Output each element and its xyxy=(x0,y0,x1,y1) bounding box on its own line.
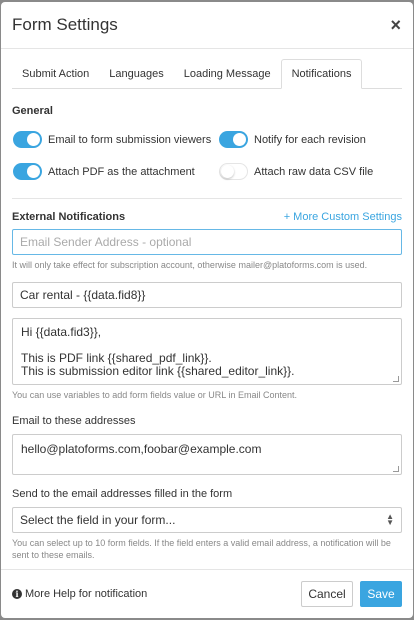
attach-csv-toggle[interactable] xyxy=(219,163,248,180)
addresses-value: hello@platoforms.com,foobar@example.com xyxy=(21,442,262,456)
toggle-row-attach-pdf: Attach PDF as the attachment xyxy=(13,163,219,180)
addresses-textarea[interactable]: hello@platoforms.com,foobar@example.com xyxy=(12,434,402,475)
form-field-label: Send to the email addresses filled in th… xyxy=(12,488,233,500)
settings-tabs: Submit Action Languages Loading Message … xyxy=(12,59,402,89)
toggle-row-notify-revision: Notify for each revision xyxy=(219,131,409,148)
select-arrows-icon: ▲ ▼ xyxy=(386,512,394,527)
sender-address-placeholder: Email Sender Address - optional xyxy=(20,235,192,249)
form-settings-modal: Form Settings × Submit Action Languages … xyxy=(1,2,413,618)
section-divider xyxy=(12,198,402,199)
form-field-help-text: You can select up to 10 form fields. If … xyxy=(12,538,391,560)
toggle-row-attach-csv: Attach raw data CSV file xyxy=(219,163,409,180)
toggle-label: Notify for each revision xyxy=(254,133,366,146)
more-help-label: More Help for notification xyxy=(25,588,148,600)
external-section-title: External Notifications xyxy=(12,211,126,223)
external-notifications-header: External Notifications + More Custom Set… xyxy=(12,211,402,223)
addresses-label: Email to these addresses xyxy=(12,415,136,427)
email-content-textarea[interactable]: Hi {{data.fid3}}, This is PDF link {{sha… xyxy=(12,318,402,385)
resize-handle[interactable] xyxy=(393,376,399,382)
email-subject-value: Car rental - {{data.fid8}} xyxy=(20,288,146,302)
save-button[interactable]: Save xyxy=(360,581,402,607)
more-help-link[interactable]: i More Help for notification xyxy=(12,588,147,600)
tab-loading-message[interactable]: Loading Message xyxy=(174,60,281,88)
cancel-button[interactable]: Cancel xyxy=(301,581,353,607)
sender-address-input[interactable]: Email Sender Address - optional xyxy=(12,229,402,255)
general-toggles: Email to form submission viewers Notify … xyxy=(12,131,402,180)
toggle-label: Attach raw data CSV file xyxy=(254,165,374,178)
footer-actions: Cancel Save xyxy=(301,581,402,607)
email-subject-input[interactable]: Car rental - {{data.fid8}} xyxy=(12,282,402,308)
resize-handle[interactable] xyxy=(393,466,399,472)
close-icon[interactable]: × xyxy=(390,16,401,34)
modal-header: Form Settings × xyxy=(1,2,413,49)
info-icon: i xyxy=(12,589,22,599)
tab-notifications[interactable]: Notifications xyxy=(280,59,363,89)
notify-revision-toggle[interactable] xyxy=(219,131,248,148)
toggle-label: Email to form submission viewers xyxy=(48,133,212,146)
form-field-select-value: Select the field in your form... xyxy=(20,513,176,527)
tab-submit-action[interactable]: Submit Action xyxy=(12,60,99,88)
content-line: This is submission editor link {{shared_… xyxy=(21,364,295,378)
sender-help-text: It will only take effect for subscriptio… xyxy=(12,260,368,270)
content-line: Hi {{data.fid3}}, xyxy=(21,325,102,339)
form-field-select[interactable]: Select the field in your form... ▲ ▼ xyxy=(12,507,402,533)
general-section-title: General xyxy=(12,105,53,117)
notifications-panel: General Email to form submission viewers… xyxy=(1,105,413,561)
modal-title: Form Settings xyxy=(12,15,118,34)
toggle-row-email-viewers: Email to form submission viewers xyxy=(13,131,219,148)
tab-languages[interactable]: Languages xyxy=(99,60,173,88)
toggle-label: Attach PDF as the attachment xyxy=(48,165,195,178)
content-help-text: You can use variables to add form fields… xyxy=(12,390,297,400)
attach-pdf-toggle[interactable] xyxy=(13,163,42,180)
email-viewers-toggle[interactable] xyxy=(13,131,42,148)
modal-footer: i More Help for notification Cancel Save xyxy=(1,569,413,618)
more-custom-settings-link[interactable]: + More Custom Settings xyxy=(284,211,402,223)
